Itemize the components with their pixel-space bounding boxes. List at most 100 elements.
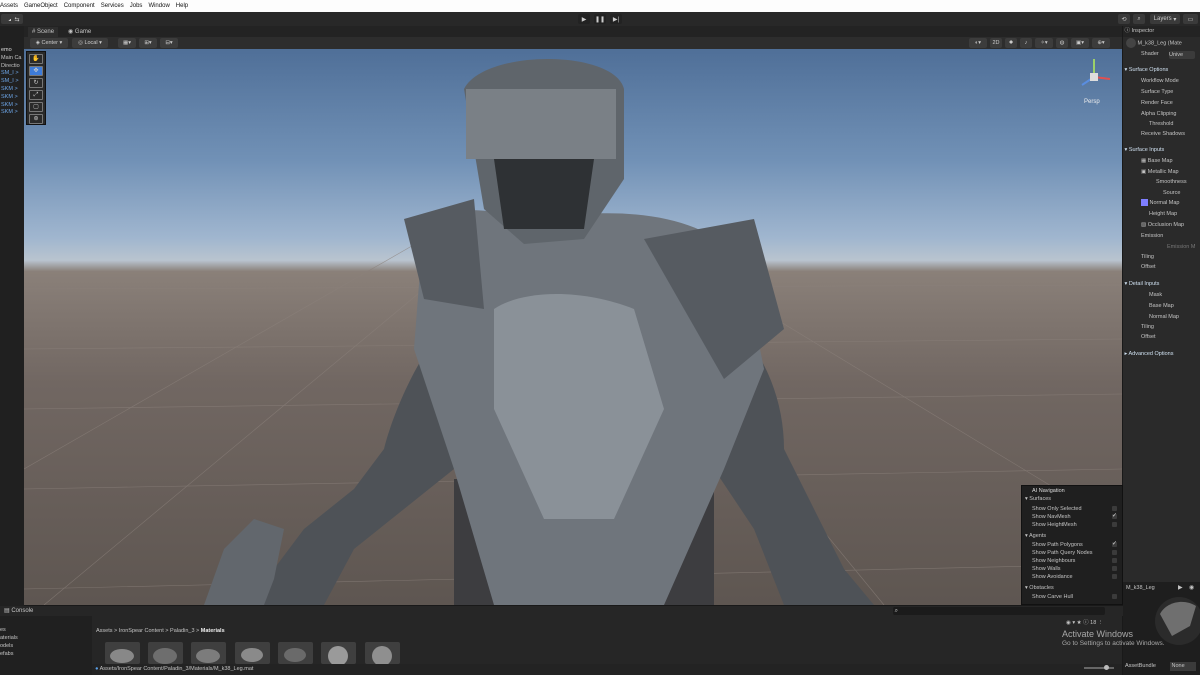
asset-bundle-dropdown[interactable]: None — [1170, 662, 1196, 671]
show-path-polygons-toggle[interactable]: Show Path Polygons ✓ — [1032, 541, 1122, 549]
checkbox[interactable] — [1112, 522, 1117, 527]
thumbnail-size-slider[interactable] — [1084, 665, 1114, 670]
checkbox[interactable] — [1112, 550, 1117, 555]
folder-item[interactable]: es — [0, 626, 92, 634]
gizmos-button[interactable]: ⊕▾ — [1092, 38, 1110, 48]
hidden-objects-toggle[interactable]: ◍ — [1056, 38, 1068, 48]
hierarchy-item[interactable]: SM_I > — [0, 77, 24, 85]
checkbox[interactable] — [1112, 558, 1117, 563]
asset-thumbnail[interactable] — [105, 642, 140, 664]
folder-item[interactable]: aterials — [0, 634, 92, 642]
checkbox-checked[interactable]: ✓ — [1112, 513, 1117, 519]
history-button[interactable]: ⟲ — [1118, 14, 1130, 24]
height-map-row[interactable]: Height Map — [1149, 209, 1200, 219]
breadcrumb-item[interactable]: Materials — [201, 628, 225, 634]
hierarchy-item[interactable]: SM_I > — [0, 69, 24, 77]
show-neighbours-toggle[interactable]: Show Neighbours — [1032, 557, 1122, 565]
section-surface-inputs[interactable]: ▾ Surface Inputs — [1123, 145, 1200, 155]
audio-toggle[interactable]: ♪ — [1020, 38, 1032, 48]
breadcrumb-item[interactable]: IronSpear Content — [119, 628, 164, 634]
more-icon[interactable]: ⋮ — [1098, 620, 1104, 626]
section-surface-options[interactable]: ▾ Surface Options — [1123, 65, 1200, 75]
visibility-count-icon[interactable]: ⓘ — [1083, 620, 1089, 626]
show-avoidance-toggle[interactable]: Show Avoidance — [1032, 573, 1122, 581]
pivot-center-toggle[interactable]: ◈ Center ▾ — [30, 38, 68, 48]
occlusion-map-row[interactable]: ▨ Occlusion Map — [1141, 220, 1200, 230]
checkbox[interactable] — [1112, 506, 1117, 511]
lighting-toggle[interactable]: ✹ — [1005, 38, 1017, 48]
slider-handle[interactable] — [1104, 665, 1109, 670]
tab-inspector[interactable]: ⓘ Inspector — [1123, 26, 1200, 37]
hierarchy-item[interactable]: Directio — [0, 62, 24, 70]
asset-thumbnail[interactable] — [278, 642, 313, 664]
search-button[interactable]: ⌕ — [1133, 14, 1145, 24]
folder-item[interactable]: odels — [0, 642, 92, 650]
checkbox-checked[interactable]: ✓ — [1112, 541, 1117, 547]
orientation-gizmo[interactable]: Persp — [1074, 55, 1114, 105]
hierarchy-item[interactable]: SKM > — [0, 85, 24, 93]
menu-jobs[interactable]: Jobs — [130, 3, 143, 9]
2d-toggle[interactable]: 2D — [990, 38, 1002, 48]
menu-gameobject[interactable]: GameObject — [24, 3, 58, 9]
surfaces-header[interactable]: ▾ Surfaces — [1025, 495, 1125, 503]
base-map-row[interactable]: ▦ Base Map — [1141, 156, 1200, 166]
preview-sphere-icon[interactable]: ◉ — [1189, 584, 1194, 591]
breadcrumb-item[interactable]: Paladin_3 — [170, 628, 194, 634]
tab-game[interactable]: ◉ Game — [64, 27, 95, 37]
increment-snap-button[interactable]: ⊞▾ — [139, 38, 157, 48]
checkbox[interactable] — [1112, 594, 1117, 599]
ruler-button[interactable]: ⊟▾ — [160, 38, 178, 48]
metallic-map-row[interactable]: ▣ Metallic Map — [1141, 167, 1200, 177]
rotate-tool-button[interactable]: ↻ — [29, 78, 43, 88]
show-heightmesh-toggle[interactable]: Show HeightMesh — [1032, 521, 1122, 529]
asset-thumbnail[interactable] — [365, 642, 400, 664]
filter-icon[interactable]: ▾ — [1072, 620, 1075, 626]
step-button[interactable]: ▶| — [610, 14, 622, 24]
fx-toggle[interactable]: ✧▾ — [1035, 38, 1053, 48]
layers-dropdown[interactable]: Layers ▾ — [1150, 14, 1180, 24]
space-local-toggle[interactable]: ◎ Local ▾ — [72, 38, 108, 48]
checkbox[interactable] — [1112, 574, 1117, 579]
detail-base-map-row[interactable]: Base Map — [1149, 301, 1200, 311]
hand-tool-button[interactable]: ✋ — [29, 54, 43, 64]
preview-play-icon[interactable]: ▶ — [1178, 584, 1183, 591]
rect-tool-button[interactable]: ▢ — [29, 102, 43, 112]
menu-component[interactable]: Component — [64, 3, 95, 9]
scene-viewport[interactable]: Persp — [24, 49, 1122, 605]
grid-snap-button[interactable]: ▦▾ — [118, 38, 136, 48]
show-only-selected-toggle[interactable]: Show Only Selected — [1032, 505, 1122, 513]
asset-thumbnail[interactable] — [191, 642, 226, 664]
detail-mask-row[interactable]: Mask — [1149, 290, 1200, 300]
hierarchy-item[interactable]: SKM > — [0, 108, 24, 116]
hierarchy-item[interactable]: Main Ca — [0, 54, 24, 62]
menu-window[interactable]: Window — [148, 3, 169, 9]
asset-thumbnail[interactable] — [235, 642, 270, 664]
tab-scene[interactable]: # Scene — [28, 27, 59, 37]
layout-dropdown[interactable]: ▭ — [1183, 14, 1198, 24]
shader-dropdown[interactable]: Unive — [1169, 51, 1195, 59]
transform-tool-button[interactable]: ⊛ — [29, 114, 43, 124]
menu-assets[interactable]: Assets — [0, 3, 18, 9]
section-advanced-options[interactable]: ▸ Advanced Options — [1123, 349, 1200, 359]
play-button[interactable]: ▶ — [578, 14, 590, 24]
asset-thumbnail[interactable] — [148, 642, 183, 664]
show-walls-toggle[interactable]: Show Walls — [1032, 565, 1122, 573]
eye-icon[interactable]: ◉ — [1066, 620, 1071, 626]
breadcrumb-item[interactable]: Assets — [96, 628, 113, 634]
detail-normal-map-row[interactable]: Normal Map — [1149, 312, 1200, 322]
asset-thumbnail[interactable] — [321, 642, 356, 664]
camera-button[interactable]: ▣▾ — [1071, 38, 1089, 48]
section-detail-inputs[interactable]: ▾ Detail Inputs — [1123, 279, 1200, 289]
tab-console[interactable]: ▤ Console — [4, 607, 33, 616]
hierarchy-item[interactable]: SKM > — [0, 101, 24, 109]
show-path-query-nodes-toggle[interactable]: Show Path Query Nodes — [1032, 549, 1122, 557]
pause-button[interactable]: ❚❚ — [594, 14, 606, 24]
normal-map-row[interactable]: Normal Map — [1141, 198, 1200, 208]
collab-button[interactable]: ⇆ — [11, 14, 23, 24]
scale-tool-button[interactable]: ⤢ — [29, 90, 43, 100]
obstacles-header[interactable]: ▾ Obstacles — [1025, 584, 1125, 592]
menu-services[interactable]: Services — [101, 3, 124, 9]
star-icon[interactable]: ★ — [1077, 620, 1082, 626]
project-search-input[interactable]: ⌕ — [893, 607, 1105, 615]
checkbox[interactable] — [1112, 566, 1117, 571]
